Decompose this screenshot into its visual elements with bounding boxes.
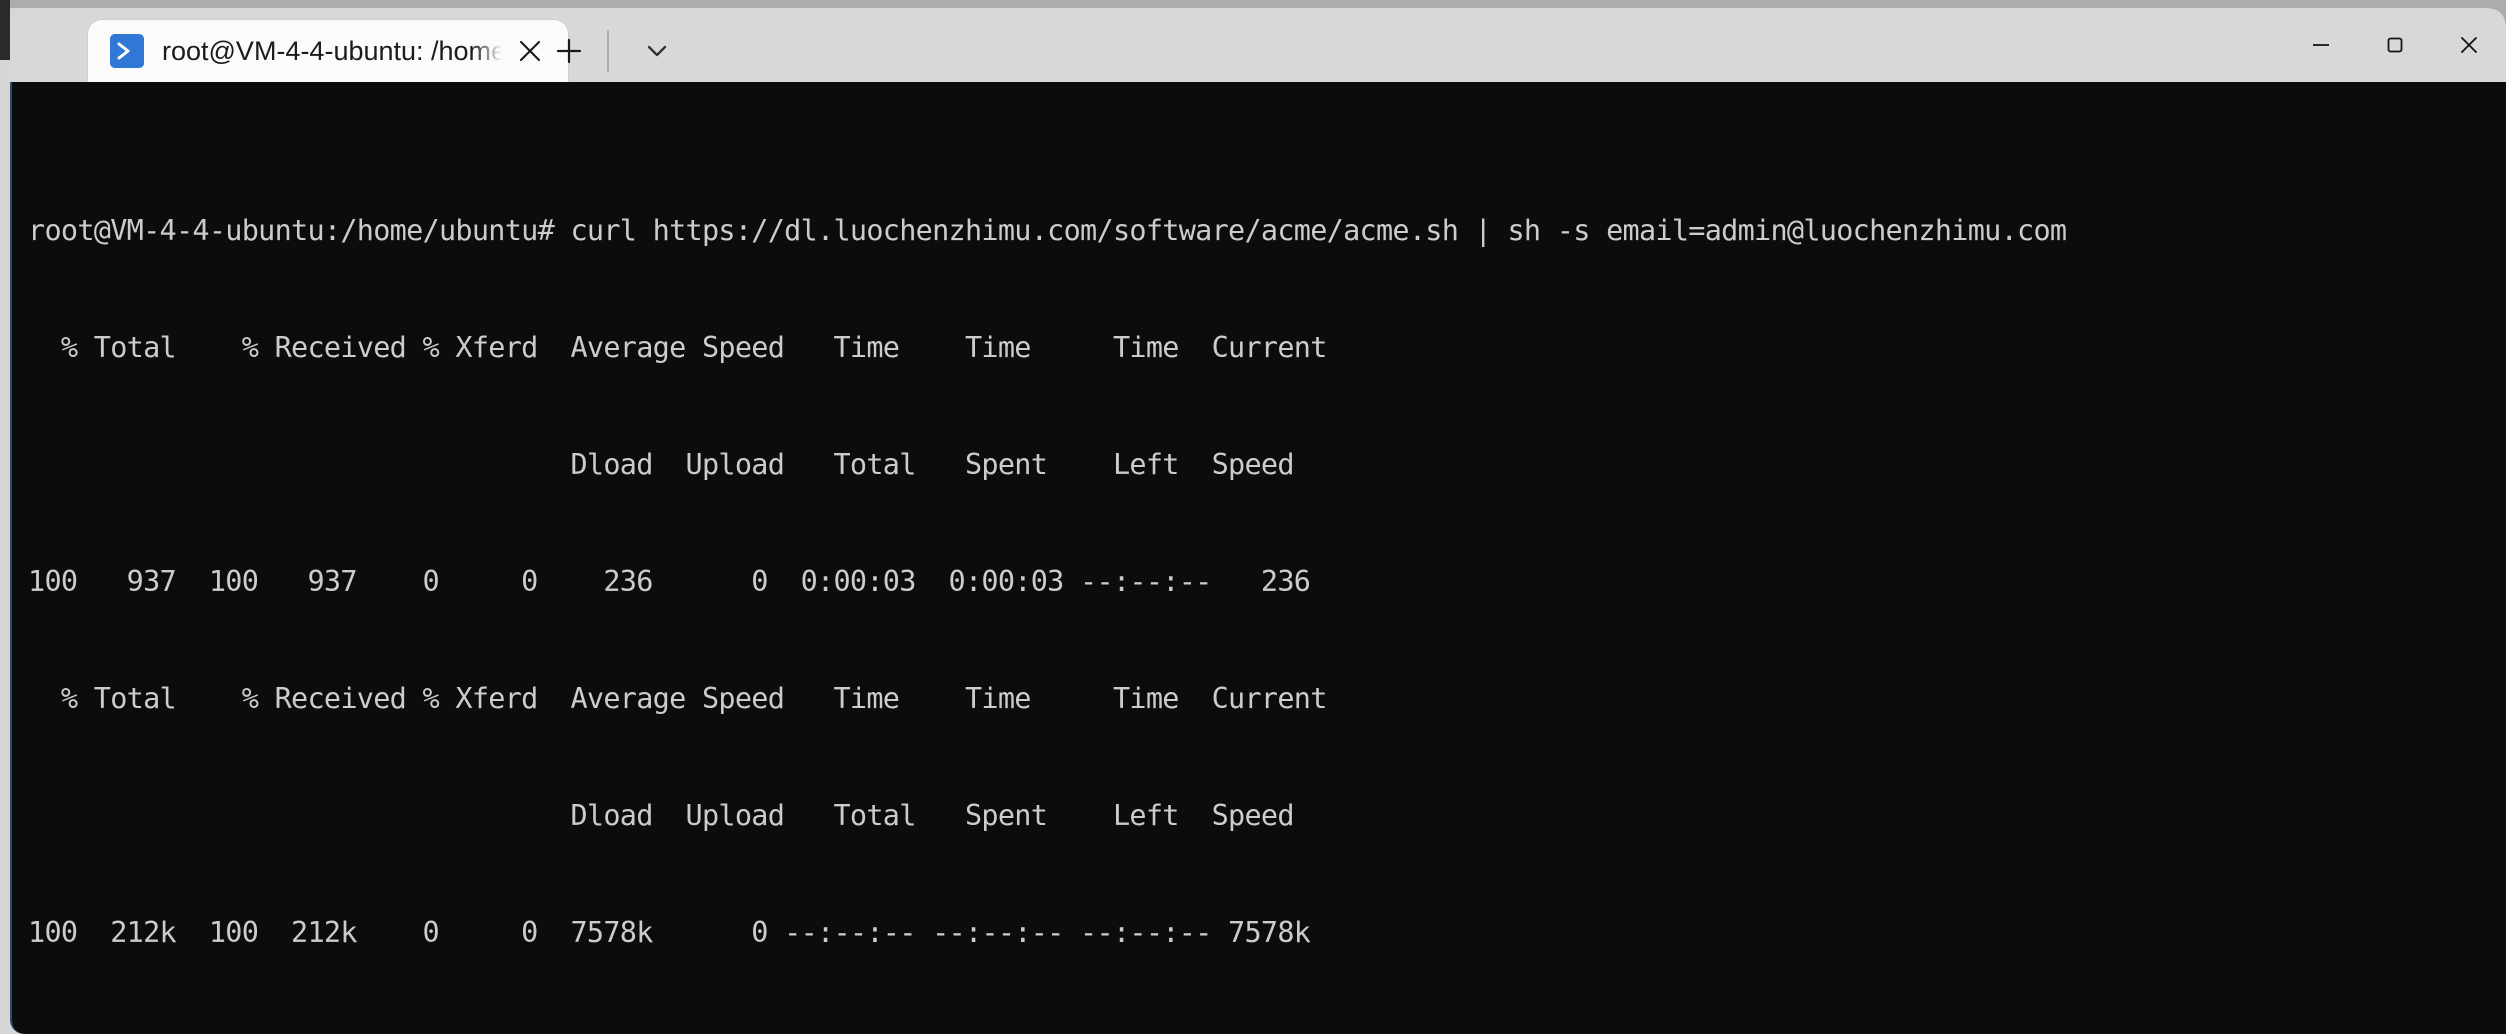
- terminal-window: root@VM-4-4-ubuntu: /home root@VM-4-4-ub…: [0, 0, 2506, 1034]
- desktop-backdrop-top: [0, 0, 2506, 8]
- desktop-backdrop-left: [0, 0, 10, 60]
- maximize-button[interactable]: [2358, 8, 2432, 82]
- terminal-pane[interactable]: root@VM-4-4-ubuntu:/home/ubuntu# curl ht…: [10, 82, 2506, 1034]
- close-icon: [2461, 37, 2477, 53]
- tab-actions-divider: [607, 30, 609, 72]
- new-tab-button[interactable]: [540, 22, 598, 80]
- terminal-line: 100 937 100 937 0 0 236 0 0:00:03 0:00:0…: [28, 565, 1311, 598]
- terminal-line: [Sun 18 Sep 2022 05:50:21 PM CST] Instal…: [28, 1030, 2506, 1034]
- title-bar[interactable]: root@VM-4-4-ubuntu: /home: [10, 8, 2506, 82]
- tab-dropdown-button[interactable]: [628, 22, 686, 80]
- terminal-output[interactable]: root@VM-4-4-ubuntu:/home/ubuntu# curl ht…: [28, 94, 2506, 1034]
- terminal-line: Dload Upload Total Spent Left Speed: [28, 799, 1294, 832]
- terminal-line: Dload Upload Total Spent Left Speed: [28, 448, 1294, 481]
- minimize-button[interactable]: [2284, 8, 2358, 82]
- window-controls: [2284, 8, 2506, 82]
- chevron-down-icon: [647, 45, 667, 57]
- terminal-line: % Total % Received % Xferd Average Speed…: [28, 682, 1327, 715]
- terminal-prompt-icon: [110, 34, 144, 68]
- maximize-icon: [2387, 37, 2403, 53]
- terminal-line: root@VM-4-4-ubuntu:/home/ubuntu# curl ht…: [28, 214, 2067, 247]
- minimize-icon: [2313, 44, 2329, 46]
- plus-icon: [556, 38, 582, 64]
- title-bar-corner: [2490, 8, 2506, 24]
- terminal-line: 100 212k 100 212k 0 0 7578k 0 --:--:-- -…: [28, 916, 1311, 949]
- terminal-line: % Total % Received % Xferd Average Speed…: [28, 331, 1327, 364]
- tab-strip: root@VM-4-4-ubuntu: /home: [10, 8, 2506, 82]
- tab-title: root@VM-4-4-ubuntu: /home: [162, 36, 502, 66]
- tab-root-vm-4-4-ubuntu[interactable]: root@VM-4-4-ubuntu: /home: [88, 20, 568, 82]
